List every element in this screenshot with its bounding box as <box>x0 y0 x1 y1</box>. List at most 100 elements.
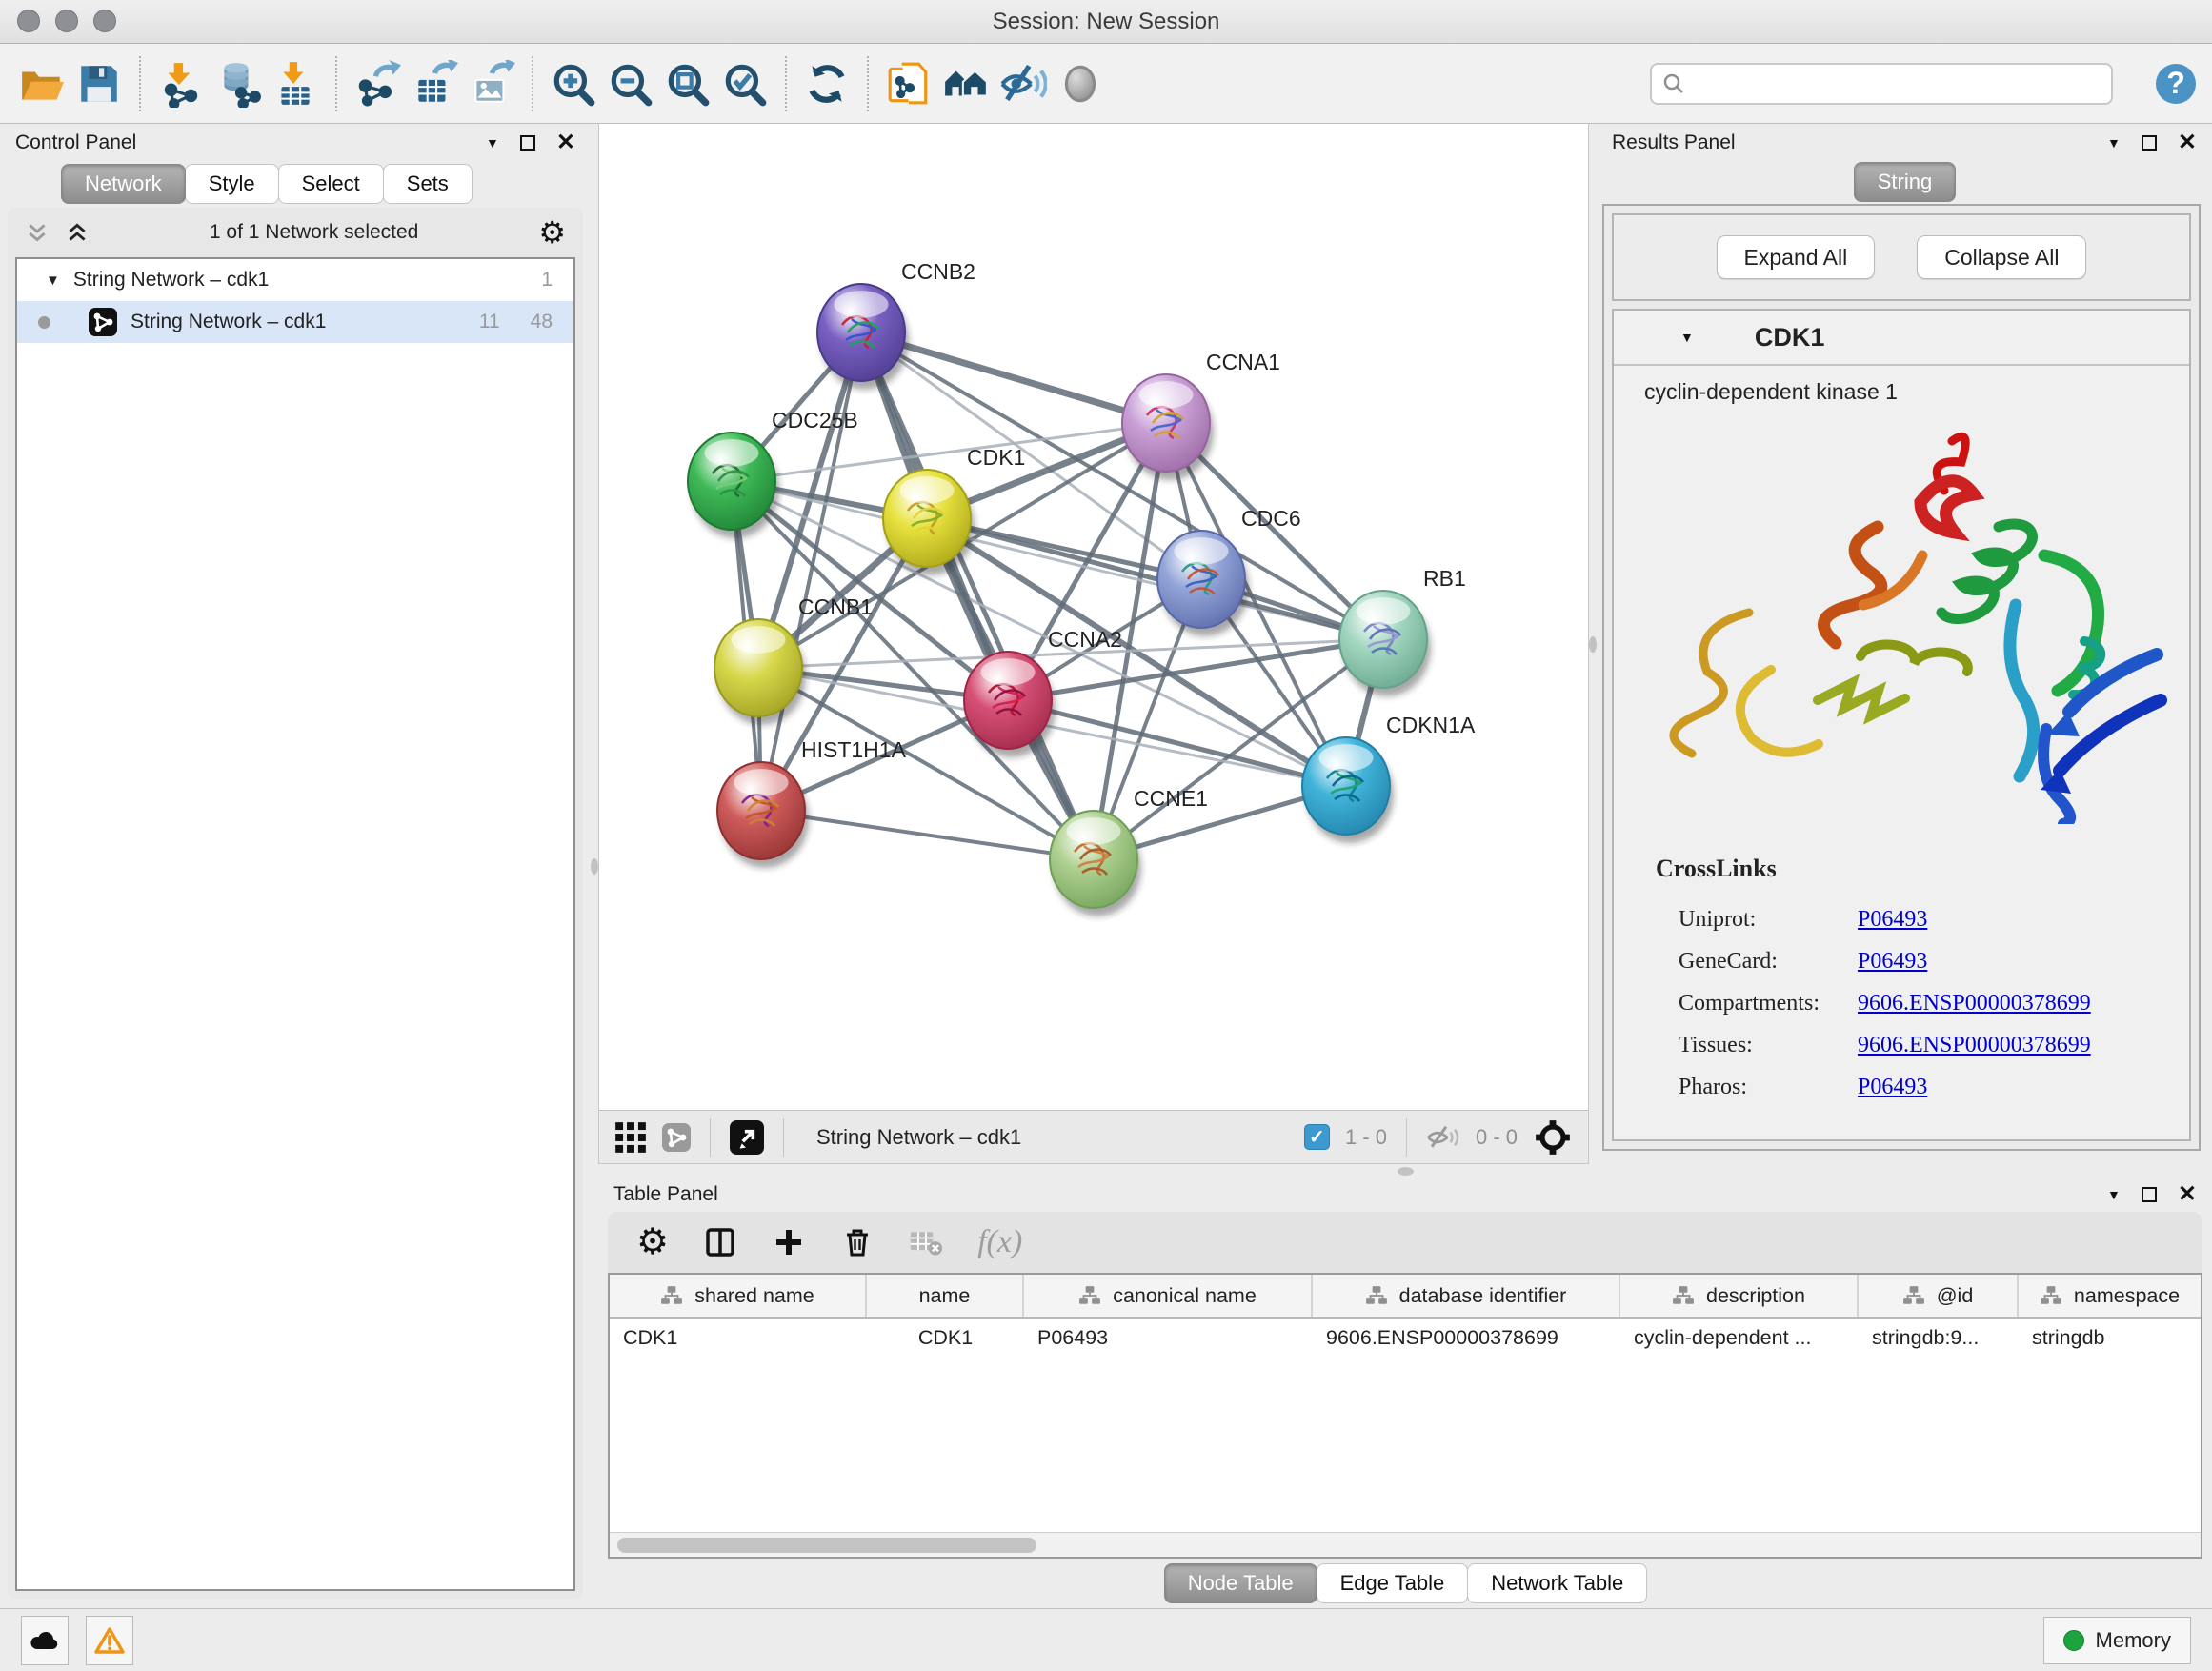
tab-node-table[interactable]: Node Table <box>1164 1563 1317 1603</box>
warnings-button[interactable] <box>86 1616 133 1665</box>
horizontal-splitter[interactable] <box>598 1164 2212 1178</box>
export-image-button[interactable] <box>463 54 520 113</box>
network-node-RB1[interactable]: RB1 <box>1339 566 1466 696</box>
panel-menu-icon[interactable]: ▼ <box>486 135 499 151</box>
right-splitter[interactable] <box>1589 124 1597 1164</box>
network-collection-row[interactable]: ▼ String Network – cdk1 1 <box>17 259 573 301</box>
tab-sets[interactable]: Sets <box>383 164 473 204</box>
table-cell[interactable]: stringdb:9... <box>1859 1319 2019 1360</box>
float-panel-icon[interactable] <box>520 135 535 151</box>
splitter-handle[interactable] <box>1589 636 1597 653</box>
expand-all-icon[interactable] <box>65 220 90 245</box>
birds-eye-icon[interactable] <box>1533 1117 1573 1158</box>
cloud-button[interactable] <box>21 1616 69 1665</box>
left-splitter[interactable] <box>591 124 598 1608</box>
column-header-description[interactable]: description <box>1620 1275 1859 1317</box>
add-column-icon[interactable] <box>772 1225 806 1259</box>
zoom-selected-button[interactable] <box>716 54 774 113</box>
close-panel-icon[interactable]: ✕ <box>2178 131 2197 154</box>
delete-column-icon[interactable] <box>840 1225 875 1259</box>
tab-edge-table[interactable]: Edge Table <box>1317 1563 1469 1603</box>
network-node-CCNB2[interactable]: CCNB2 <box>817 259 975 390</box>
grid-mode-icon[interactable] <box>614 1121 647 1154</box>
network-edge[interactable] <box>927 518 1383 639</box>
show-columns-icon[interactable] <box>703 1225 737 1259</box>
expand-all-button[interactable]: Expand All <box>1717 235 1876 279</box>
scrollbar-thumb[interactable] <box>617 1538 1036 1553</box>
gear-icon[interactable]: ⚙ <box>538 217 566 248</box>
network-row[interactable]: String Network – cdk1 11 48 <box>17 301 573 343</box>
network-canvas[interactable]: CCNB2CCNA1CDC25BCDK1CDC6RB1CCNB1CCNA2CDK… <box>599 124 1588 1110</box>
zoom-fit-button[interactable] <box>659 54 716 113</box>
hide-graphics-details-button[interactable] <box>995 54 1052 113</box>
help-button[interactable]: ? <box>2153 61 2199 107</box>
table-horizontal-scrollbar[interactable] <box>610 1532 2201 1557</box>
table-row[interactable]: CDK1CDK1P064939606.ENSP00000378699cyclin… <box>610 1319 2201 1360</box>
show-graphics-details-button[interactable] <box>1052 54 1109 113</box>
memory-button[interactable]: Memory <box>2043 1617 2191 1664</box>
column-header-name[interactable]: name <box>867 1275 1024 1317</box>
maximize-window-button[interactable] <box>93 10 116 32</box>
table-cell[interactable]: CDK1 <box>867 1319 1024 1360</box>
column-header-canonical-name[interactable]: canonical name <box>1024 1275 1313 1317</box>
close-window-button[interactable] <box>17 10 40 32</box>
tab-style[interactable]: Style <box>185 164 279 204</box>
crosslink-link[interactable]: P06493 <box>1858 949 1927 975</box>
network-node-HIST1H1A[interactable]: HIST1H1A <box>717 737 907 868</box>
crosslink-link[interactable]: 9606.ENSP00000378699 <box>1858 1033 2091 1058</box>
gene-header[interactable]: ▼ CDK1 <box>1614 311 2189 366</box>
import-network-file-button[interactable] <box>152 54 210 113</box>
tab-select[interactable]: Select <box>278 164 384 204</box>
panel-menu-icon[interactable]: ▼ <box>2107 1187 2121 1202</box>
open-session-button[interactable] <box>13 54 70 113</box>
column-header--id[interactable]: @id <box>1859 1275 2019 1317</box>
first-neighbors-button[interactable] <box>937 54 995 113</box>
tab-string[interactable]: String <box>1854 162 1956 202</box>
network-node-CDK1[interactable]: CDK1 <box>883 445 1025 575</box>
table-settings-icon[interactable]: ⚙ <box>636 1224 669 1260</box>
network-node-CDC6[interactable]: CDC6 <box>1157 506 1301 636</box>
network-edge[interactable] <box>761 811 1094 859</box>
table-cell[interactable]: cyclin-dependent ... <box>1620 1319 1859 1360</box>
column-header-namespace[interactable]: namespace <box>2019 1275 2201 1317</box>
splitter-handle[interactable] <box>1398 1167 1414 1176</box>
collection-expander-icon[interactable]: ▼ <box>46 272 60 289</box>
crosslink-link[interactable]: 9606.ENSP00000378699 <box>1858 991 2091 1017</box>
zoom-out-button[interactable] <box>602 54 659 113</box>
minimize-window-button[interactable] <box>55 10 78 32</box>
selected-items-checkbox[interactable]: ✓ <box>1304 1124 1330 1150</box>
new-network-from-selection-button[interactable] <box>880 54 937 113</box>
collapse-all-button[interactable]: Collapse All <box>1917 235 2086 279</box>
table-cell[interactable]: stringdb <box>2019 1319 2201 1360</box>
table-cell[interactable]: CDK1 <box>610 1319 867 1360</box>
network-mode-icon[interactable] <box>662 1123 691 1152</box>
network-node-CCNA1[interactable]: CCNA1 <box>1122 350 1280 480</box>
tab-network-table[interactable]: Network Table <box>1467 1563 1647 1603</box>
float-panel-icon[interactable] <box>2142 1187 2157 1202</box>
detach-view-icon[interactable] <box>730 1120 764 1155</box>
gene-expander-icon[interactable]: ▼ <box>1680 330 1694 345</box>
import-table-button[interactable] <box>267 54 324 113</box>
tab-network[interactable]: Network <box>61 164 186 204</box>
column-header-database-identifier[interactable]: database identifier <box>1313 1275 1620 1317</box>
column-header-shared-name[interactable]: shared name <box>610 1275 867 1317</box>
crosslink-link[interactable]: P06493 <box>1858 1075 1927 1100</box>
save-session-button[interactable] <box>70 54 128 113</box>
network-node-CDKN1A[interactable]: CDKN1A <box>1302 713 1476 843</box>
close-panel-icon[interactable]: ✕ <box>2178 1183 2197 1206</box>
close-panel-icon[interactable]: ✕ <box>556 131 575 154</box>
hidden-items-icon[interactable] <box>1426 1123 1460 1152</box>
splitter-handle[interactable] <box>591 858 598 875</box>
export-table-button[interactable] <box>406 54 463 113</box>
import-network-database-button[interactable] <box>210 54 267 113</box>
crosslink-link[interactable]: P06493 <box>1858 907 1927 933</box>
network-node-CCNE1[interactable]: CCNE1 <box>1050 786 1208 916</box>
table-cell[interactable]: 9606.ENSP00000378699 <box>1313 1319 1620 1360</box>
apply-layout-button[interactable] <box>798 54 855 113</box>
export-network-button[interactable] <box>349 54 406 113</box>
panel-menu-icon[interactable]: ▼ <box>2107 135 2121 151</box>
zoom-in-button[interactable] <box>545 54 602 113</box>
network-edge[interactable] <box>861 332 1094 859</box>
float-panel-icon[interactable] <box>2142 135 2157 151</box>
search-input[interactable] <box>1686 71 2101 96</box>
